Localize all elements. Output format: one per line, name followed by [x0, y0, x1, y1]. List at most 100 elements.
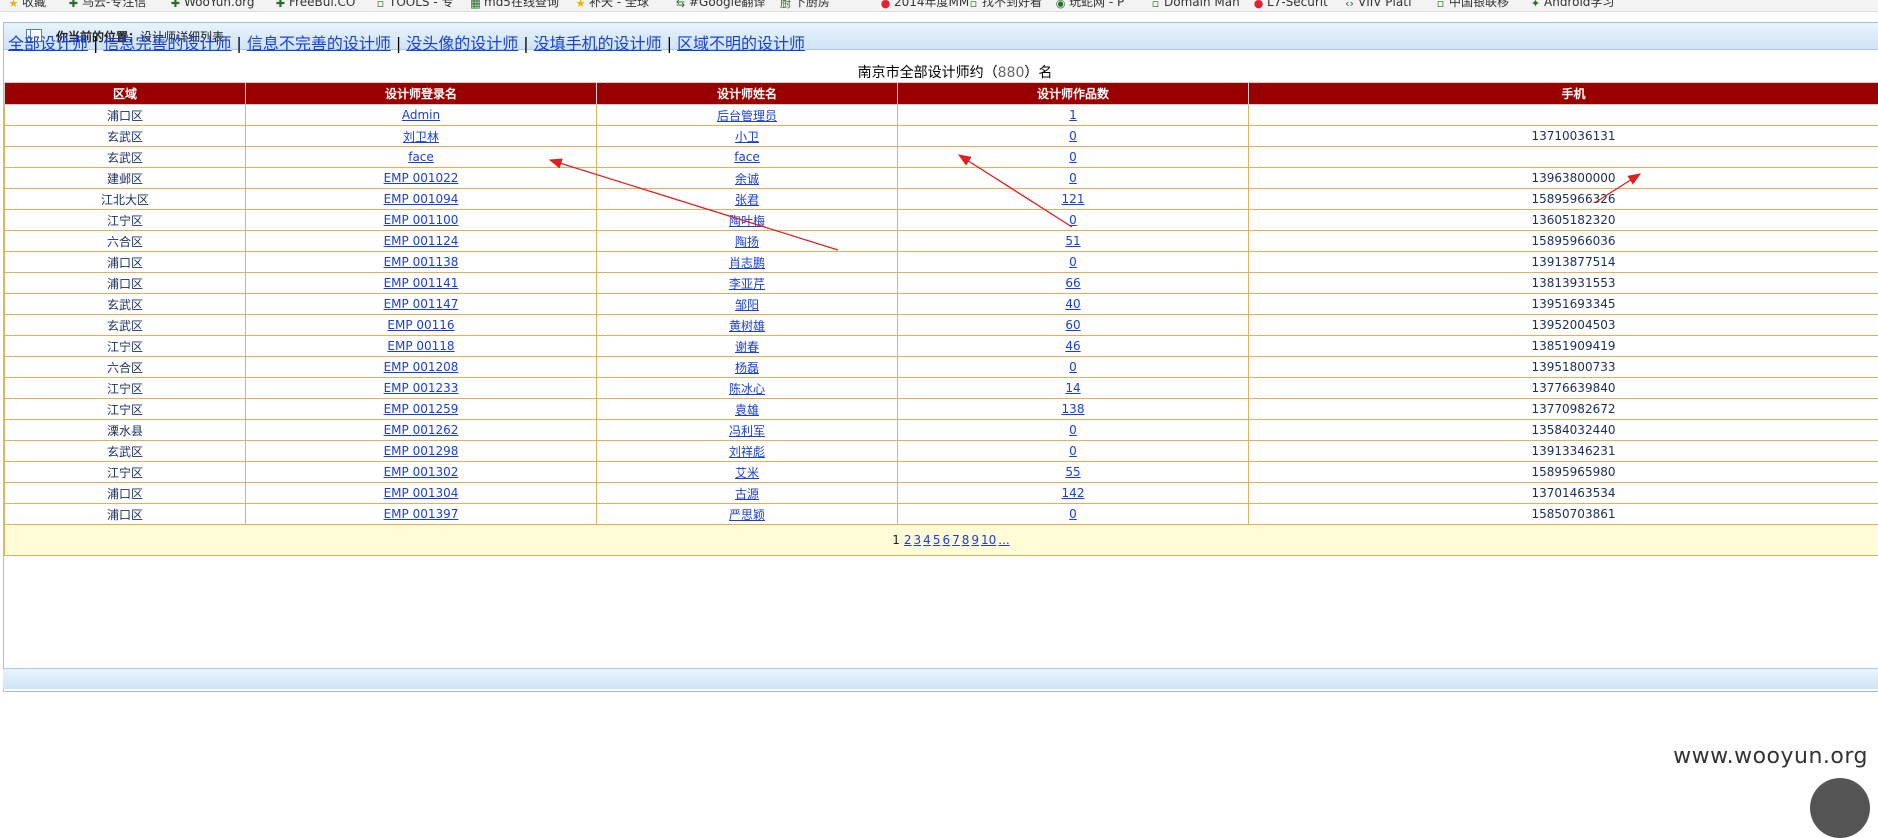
cell-works-link[interactable]: 1 [1069, 108, 1077, 122]
cell-name-link[interactable]: 古源 [735, 487, 759, 501]
cell-login-link[interactable]: EMP 00118 [387, 339, 454, 353]
floating-widget[interactable] [1810, 778, 1870, 838]
nav-link[interactable]: 全部设计师 [8, 34, 88, 53]
cell-works-link[interactable]: 66 [1065, 276, 1080, 290]
cell-name-link[interactable]: 谢春 [735, 340, 759, 354]
cell-login-link[interactable]: EMP 001022 [384, 171, 459, 185]
bookmark-item[interactable]: ★收藏 [8, 0, 46, 9]
bookmark-item[interactable]: ✦Android学习 [1530, 0, 1614, 9]
cell-works-link[interactable]: 55 [1065, 465, 1080, 479]
page-link[interactable]: 10 [981, 533, 996, 547]
page-link[interactable]: 8 [962, 533, 970, 547]
page-link[interactable]: 2 [904, 533, 912, 547]
bookmark-item[interactable]: ◉玩蛇网 - P [1055, 0, 1124, 9]
cell-login-link[interactable]: EMP 001397 [384, 507, 459, 521]
cell-name-link[interactable]: face [734, 150, 760, 164]
cell-login-link[interactable]: Admin [402, 108, 440, 122]
cell-name-link[interactable]: 杨磊 [735, 361, 759, 375]
cell-works-link[interactable]: 60 [1065, 318, 1080, 332]
bookmark-item[interactable]: ▫Domain Man [1150, 0, 1240, 9]
cell-login-link[interactable]: EMP 001124 [384, 234, 459, 248]
cell-name-link[interactable]: 严思颖 [729, 508, 765, 522]
bookmark-item[interactable]: ★补天 - 全球 [575, 0, 649, 9]
nav-link[interactable]: 信息不完善的设计师 [247, 34, 391, 53]
cell-name-link[interactable]: 邹阳 [735, 298, 759, 312]
cell-works-link[interactable]: 0 [1069, 129, 1077, 143]
cell-works-link[interactable]: 0 [1069, 255, 1077, 269]
page-link[interactable]: 6 [942, 533, 950, 547]
bookmark-item[interactable]: ✚FreeBuf.CO [275, 0, 355, 9]
cell-name-link[interactable]: 后台管理员 [717, 109, 777, 123]
cell-works-link[interactable]: 46 [1065, 339, 1080, 353]
bookmark-item[interactable]: ⇆#Google翻译 [675, 0, 765, 9]
cell-works-link[interactable]: 0 [1069, 171, 1077, 185]
cell-works-link[interactable]: 51 [1065, 234, 1080, 248]
cell-works-link[interactable]: 0 [1069, 360, 1077, 374]
cell-works-link[interactable]: 14 [1065, 381, 1080, 395]
cell-works-link[interactable]: 138 [1062, 402, 1085, 416]
page-link[interactable]: 4 [923, 533, 931, 547]
cell-works-link[interactable]: 0 [1069, 150, 1077, 164]
cell-name-link[interactable]: 陈冰心 [729, 382, 765, 396]
cell-area: 江宁区 [5, 210, 246, 231]
bookmark-item[interactable]: 厨下厨房 [780, 0, 830, 9]
bookmark-item[interactable]: ▫找不到好看 [968, 0, 1042, 9]
cell-works-link[interactable]: 0 [1069, 507, 1077, 521]
cell-name-link[interactable]: 陶叶梅 [729, 214, 765, 228]
bookmark-item[interactable]: ▫TOOLS - 专 [375, 0, 453, 9]
cell-login-link[interactable]: EMP 001208 [384, 360, 459, 374]
cell-name-link[interactable]: 冯利军 [729, 424, 765, 438]
cell-area: 玄武区 [5, 126, 246, 147]
page-link[interactable]: 3 [914, 533, 922, 547]
bookmark-item[interactable]: ▦md5在线查询 [470, 0, 559, 9]
cell-area: 玄武区 [5, 294, 246, 315]
cell-name-link[interactable]: 肖志鹏 [729, 256, 765, 270]
cell-name-link[interactable]: 小卫 [735, 130, 759, 144]
bookmark-item[interactable]: ▫中国银联移 [1435, 0, 1509, 9]
cell-login-link[interactable]: EMP 001094 [384, 192, 459, 206]
cell-login-link[interactable]: EMP 001262 [384, 423, 459, 437]
cell-name-link[interactable]: 张君 [735, 193, 759, 207]
cell-login-link[interactable]: EMP 001141 [384, 276, 459, 290]
cell-login: EMP 001208 [246, 357, 597, 378]
cell-name-link[interactable]: 袁雄 [735, 403, 759, 417]
cell-login-link[interactable]: EMP 001100 [384, 213, 459, 227]
cell-works-link[interactable]: 121 [1062, 192, 1085, 206]
cell-name-link[interactable]: 刘祥彪 [729, 445, 765, 459]
nav-link[interactable]: 没头像的设计师 [406, 34, 518, 53]
cell-login-link[interactable]: EMP 00116 [387, 318, 454, 332]
cell-login-link[interactable]: EMP 001147 [384, 297, 459, 311]
bookmark-item[interactable]: ●2014年度MM [880, 0, 969, 9]
nav-link[interactable]: 信息完善的设计师 [103, 34, 231, 53]
bookmark-item[interactable]: ‹›VIIV Platf [1344, 0, 1412, 9]
page-link[interactable]: 5 [933, 533, 941, 547]
bookmark-item[interactable]: ✚WooYun.org [170, 0, 255, 9]
page-link[interactable]: 9 [971, 533, 979, 547]
cell-works-link[interactable]: 142 [1062, 486, 1085, 500]
nav-link[interactable]: 区域不明的设计师 [677, 34, 805, 53]
page-link[interactable]: 7 [952, 533, 960, 547]
cell-name: 刘祥彪 [597, 441, 898, 462]
cell-works-link[interactable]: 0 [1069, 423, 1077, 437]
cell-name-link[interactable]: 余诚 [735, 172, 759, 186]
cell-works-link[interactable]: 0 [1069, 213, 1077, 227]
cell-login-link[interactable]: EMP 001259 [384, 402, 459, 416]
cell-login-link[interactable]: EMP 001304 [384, 486, 459, 500]
more-pages-link[interactable]: ... [998, 533, 1009, 547]
cell-name-link[interactable]: 艾米 [735, 466, 759, 480]
bookmark-item[interactable]: ✚乌云-专注信 [68, 0, 146, 9]
cell-works-link[interactable]: 40 [1065, 297, 1080, 311]
cell-login-link[interactable]: EMP 001233 [384, 381, 459, 395]
cell-login-link[interactable]: EMP 001298 [384, 444, 459, 458]
cell-name-link[interactable]: 黄树雄 [729, 319, 765, 333]
bookmark-item[interactable]: ●L7-Securit [1253, 0, 1328, 9]
cell-login-link[interactable]: EMP 001302 [384, 465, 459, 479]
cell-login-link[interactable]: face [408, 150, 434, 164]
cell-login: EMP 001304 [246, 483, 597, 504]
cell-works-link[interactable]: 0 [1069, 444, 1077, 458]
nav-link[interactable]: 没填手机的设计师 [534, 34, 662, 53]
cell-name-link[interactable]: 陶扬 [735, 235, 759, 249]
cell-login-link[interactable]: EMP 001138 [384, 255, 459, 269]
cell-name-link[interactable]: 李亚芹 [729, 277, 765, 291]
cell-login-link[interactable]: 刘卫林 [403, 130, 439, 144]
